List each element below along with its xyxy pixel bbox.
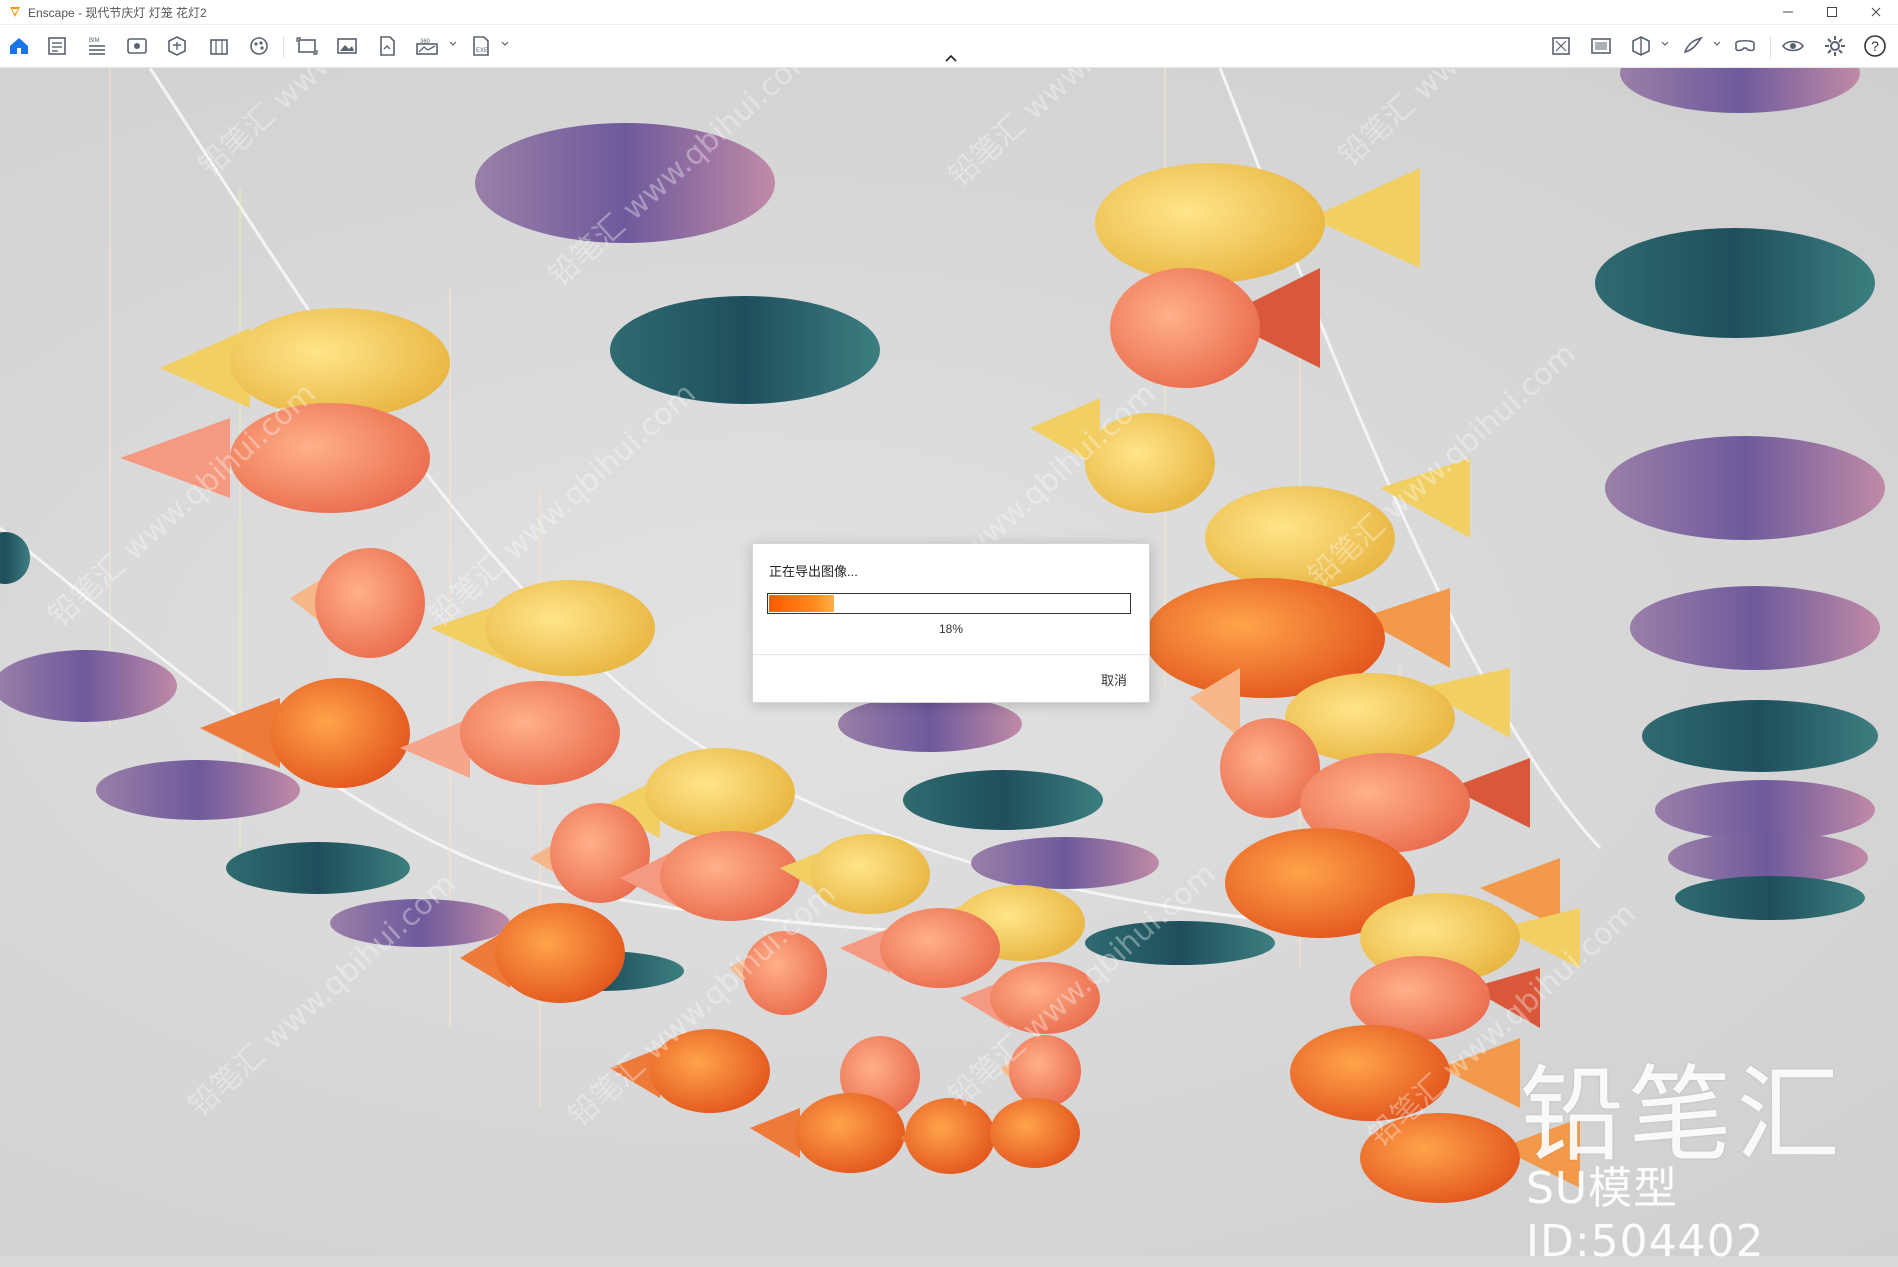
help-icon[interactable]: ? (1862, 33, 1888, 59)
progress-percent: 18% (938, 622, 964, 636)
bim-icon[interactable]: BIM (84, 33, 110, 59)
window-title: Enscape - 现代节庆灯 灯笼 花灯2 (28, 5, 207, 20)
bim-label: BIM (89, 38, 100, 44)
window-controls (1766, 0, 1898, 24)
progress-bar (767, 593, 1131, 614)
chevron-down-icon[interactable] (1660, 39, 1670, 49)
views-icon[interactable] (124, 33, 150, 59)
export-image-icon[interactable] (374, 33, 400, 59)
settings-icon[interactable] (1822, 33, 1848, 59)
home-icon[interactable] (6, 33, 32, 59)
help-label: ? (1871, 38, 1879, 54)
watermark-text: 铅笔汇 www.qbihui.com (182, 866, 463, 1124)
title-bar: Enscape - 现代节庆灯 灯笼 花灯2 (0, 0, 1898, 25)
export-progress-dialog: 正在导出图像... 18% 取消 (752, 543, 1150, 703)
cancel-button[interactable]: 取消 (1067, 668, 1127, 690)
enscape-logo-icon (10, 7, 20, 17)
batch-render-icon[interactable] (294, 33, 320, 59)
watermark-model-id: SU模型ID:504402 (1526, 1163, 1765, 1267)
visibility-icon[interactable] (1780, 33, 1806, 59)
exe-export-icon[interactable]: EXE (468, 33, 494, 59)
building-icon[interactable] (206, 33, 232, 59)
section-icon[interactable] (1628, 33, 1654, 59)
asset-library-icon[interactable] (164, 33, 190, 59)
exe-label: EXE (476, 48, 488, 54)
collapse-toolbar-icon[interactable] (941, 52, 961, 64)
materials-icon[interactable] (246, 33, 272, 59)
dialog-divider (753, 654, 1149, 655)
watermark-text: 铅笔汇 www.qbihui.com (1302, 336, 1583, 594)
screenshot-icon[interactable] (334, 33, 360, 59)
dialog-title: 正在导出图像... (769, 564, 858, 579)
watermark-text: 铅笔汇 www.qbihui.com (192, 68, 473, 184)
close-icon[interactable] (1854, 0, 1898, 24)
panorama-icon[interactable]: 360 (414, 33, 440, 59)
chevron-down-icon[interactable] (1712, 39, 1722, 49)
document-icon[interactable] (44, 33, 70, 59)
maximize-icon[interactable] (1810, 0, 1854, 24)
chevron-down-icon[interactable] (448, 39, 458, 49)
toolbar-separator (283, 36, 284, 58)
capture-icon[interactable] (1588, 33, 1614, 59)
toolbar-separator (1770, 36, 1771, 58)
progress-bar-fill (769, 595, 834, 612)
vr-headset-icon[interactable] (1732, 33, 1758, 59)
sync-selection-icon[interactable] (1548, 33, 1574, 59)
minimize-icon[interactable] (1766, 0, 1810, 24)
watermark-text: 铅笔汇 www.qbihui.com (1332, 68, 1613, 174)
chevron-down-icon[interactable] (500, 39, 510, 49)
draw-icon[interactable] (1680, 33, 1706, 59)
